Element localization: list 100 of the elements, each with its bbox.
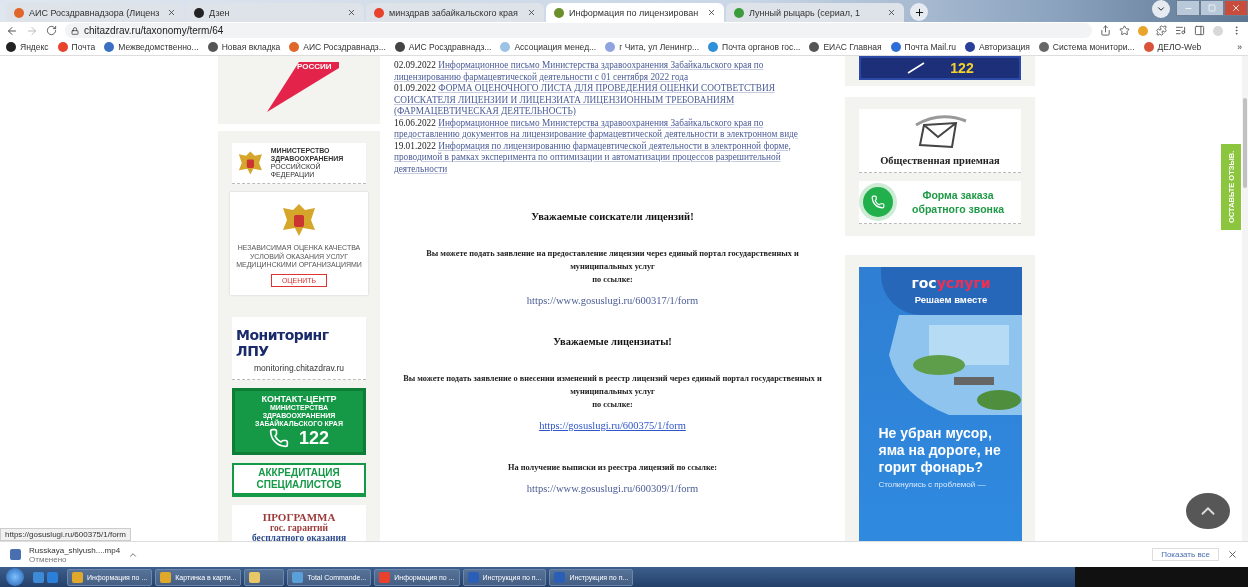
favicon-icon xyxy=(374,7,384,18)
share-icon xyxy=(1100,25,1111,36)
close-icon[interactable] xyxy=(707,8,716,17)
phone-number: 122 xyxy=(298,427,329,449)
gosuslugi-link[interactable]: https://www.gosuslugi.ru/600309/1/form xyxy=(526,483,699,494)
news-item[interactable]: 01.09.2022 ФОРМА ОЦЕНОЧНОГО ЛИСТА ДЛЯ ПРОВЕДЕНИЯ ОЦЕНКИ СООТВЕТСТВИЯ СОИСКАТЕЛЯ ЛИЦЕНЗИИ И ЛИЦЕНЗИАТА ЛИЦЕНЗИОННЫМ ТРЕБОВАНИЯМ (ФАРМАЦЕВТИЧЕСКАЯ ДЕЯТЕЛЬНОСТЬ) xyxy=(394,83,831,118)
reception-title: Общественная приемная xyxy=(880,155,1000,166)
minimize-button[interactable] xyxy=(1176,0,1200,16)
banner-question: Не убран мусор, яма на дороге, не горит фонарь? xyxy=(877,425,1002,476)
file-icon xyxy=(10,549,21,560)
puzzle-icon xyxy=(1156,25,1167,36)
plus-icon xyxy=(913,6,925,18)
close-icon[interactable] xyxy=(887,8,896,17)
app-icon xyxy=(379,571,391,583)
star-icon xyxy=(1119,25,1130,36)
scroll-up-button[interactable] xyxy=(1186,493,1230,529)
callback-banner[interactable]: Форма заказа обратного звонка xyxy=(859,181,1021,224)
bookmark-link[interactable]: Ассоциация менед... xyxy=(500,42,597,52)
program-banner[interactable]: ПРОГРАММА гос. гарантий бесплатного оказания xyxy=(232,504,366,541)
program-title: ПРОГРАММА xyxy=(262,510,336,523)
maximize-button[interactable] xyxy=(1200,0,1224,16)
news-item[interactable]: 19.01.2022 Информация по лицензированию фармацевтической деятельности в электронной форме, проводимой в рамках эксперимента по оптимизации и автоматизации процессов разрешительной деятельности xyxy=(394,140,831,175)
logo-text: РОССИИ xyxy=(297,62,332,71)
lock-icon xyxy=(71,26,79,35)
program-subtitle: гос. гарантий xyxy=(270,522,328,533)
app-icon xyxy=(467,571,479,583)
browser-tab[interactable]: Лунный рыцарь (сериал, 1 xyxy=(726,3,904,22)
close-button[interactable] xyxy=(1227,549,1238,560)
app-icon[interactable] xyxy=(33,571,44,583)
start-button[interactable] xyxy=(6,568,24,586)
gosuslugi-banner[interactable]: госуслуги Решаем вместе Не убран мусор, яма на дороге, не горит фонарь? Столкнулись с проблемой — xyxy=(858,267,1022,541)
favicon-icon xyxy=(554,7,564,18)
extensions-button[interactable] xyxy=(1156,25,1167,36)
address-bar[interactable]: chitazdrav.ru/taxonomy/term/64 xyxy=(65,23,1092,38)
more-bookmarks-button[interactable]: » xyxy=(1237,42,1242,52)
media-button[interactable] xyxy=(1175,25,1186,36)
favicon-icon xyxy=(734,7,744,18)
browser-tab[interactable]: Дзен xyxy=(186,3,364,22)
new-tab-button[interactable] xyxy=(910,3,928,21)
close-window-button[interactable] xyxy=(1224,0,1248,16)
forward-icon xyxy=(26,24,38,37)
browser-tab[interactable]: Информация по лицензирован xyxy=(546,3,724,22)
browser-tab[interactable]: АИС Росздравнадзора (Лиценз xyxy=(6,3,184,22)
bookmark-link[interactable]: Почта xyxy=(57,42,96,52)
section-text: Вы можете подать заявление на предоставление лицензии через единый портал государственных и муниципальных услуг по ссылке: xyxy=(425,248,800,286)
app-icon xyxy=(554,571,566,583)
monitoring-banner[interactable]: Мониторинг ЛПУ monitoring.chitazdrav.ru xyxy=(232,316,366,380)
accreditation-banner[interactable]: АККРЕДИТАЦИЯ СПЕЦИАЛИСТОВ xyxy=(232,462,366,497)
app-icon xyxy=(160,571,172,583)
tab-search-button[interactable] xyxy=(1152,0,1170,18)
bookmark-link[interactable]: Новая вкладка xyxy=(207,42,281,52)
gosuslugi-logo: госуслуги xyxy=(911,275,991,291)
favicon-icon xyxy=(194,7,204,18)
download-status: Отменено xyxy=(29,554,68,564)
app-icon xyxy=(292,571,304,583)
app-icon xyxy=(249,571,261,583)
section-heading: Уважаемые лицензиаты! xyxy=(552,336,673,347)
bookmark-link[interactable]: Межведомственно... xyxy=(104,42,199,52)
browser-tab[interactable]: минздрав забайкальского края xyxy=(366,3,544,22)
bookmark-link[interactable]: Авторизация xyxy=(965,42,1030,52)
monitoring-title: Мониторинг ЛПУ xyxy=(236,326,330,359)
section-text: На получение выписки из реестра лицензий по ссылке: xyxy=(507,462,718,474)
share-button[interactable] xyxy=(1100,25,1111,36)
bookmark-link[interactable]: Почта органов гос... xyxy=(708,42,801,52)
chevron-down-icon xyxy=(1156,4,1166,14)
close-icon[interactable] xyxy=(347,8,356,17)
hotline-banner[interactable]: 122 xyxy=(859,56,1021,80)
music-list-icon xyxy=(1175,25,1186,36)
phone-line-icon xyxy=(906,61,927,75)
close-icon[interactable] xyxy=(167,8,176,17)
app-icon xyxy=(72,571,83,583)
close-icon xyxy=(1231,3,1241,13)
bookmark-link[interactable]: Яндекс xyxy=(6,42,49,52)
scrollbar-thumb[interactable] xyxy=(1243,98,1247,188)
bookmark-link[interactable]: Система монитори... xyxy=(1038,42,1135,52)
gosuslugi-link[interactable]: https://gosuslugi.ru/600375/1/form xyxy=(539,420,686,431)
download-file-name[interactable]: Russkaya_shlyush....mp4 xyxy=(29,545,121,555)
taskbar-item[interactable] xyxy=(244,568,285,586)
close-icon[interactable] xyxy=(527,8,536,17)
show-all-button[interactable]: Показать все xyxy=(1152,548,1219,561)
extension-icon xyxy=(1138,25,1148,36)
bookmark-link[interactable]: АИС Росздравнадз... xyxy=(394,42,492,52)
gosuslugi-link[interactable]: https://www.gosuslugi.ru/600317/1/form xyxy=(526,295,699,306)
bookmark-link[interactable]: ЕИАС Главная xyxy=(809,42,882,52)
reload-button[interactable] xyxy=(46,25,57,36)
bookmark-link[interactable]: ДЕЛО-Web xyxy=(1143,42,1202,52)
news-item[interactable]: 02.09.2022 Информационное письмо Министерства здравоохранения Забайкальского края по лицензированию фармацевтической деятельности с 01 сентября 2022 года xyxy=(394,60,831,83)
news-item[interactable]: 16.06.2022 Информационное письмо Министерства здравоохранения Забайкальского края по предоставлению документов на лицензирование фармацевтической деятельности в электронном виде xyxy=(394,117,831,141)
banner-title: КОНТАКТ-ЦЕНТР xyxy=(261,393,337,404)
bookmark-link[interactable]: г Чита, ул Ленингр... xyxy=(605,42,700,52)
scrollbar[interactable] xyxy=(1242,56,1248,541)
extension-button[interactable] xyxy=(1138,25,1148,36)
reception-banner[interactable]: Общественная приемная xyxy=(859,109,1021,173)
back-button[interactable] xyxy=(6,24,18,37)
bookmark-link[interactable]: АИС Росздравнадз... xyxy=(289,42,386,52)
maximize-icon xyxy=(1208,4,1216,12)
bookmark-link[interactable]: Почта Mail.ru xyxy=(890,42,956,52)
url-text: chitazdrav.ru/taxonomy/term/64 xyxy=(84,25,224,36)
bookmark-button[interactable] xyxy=(1119,25,1130,36)
side-panel-button[interactable] xyxy=(1194,25,1205,36)
